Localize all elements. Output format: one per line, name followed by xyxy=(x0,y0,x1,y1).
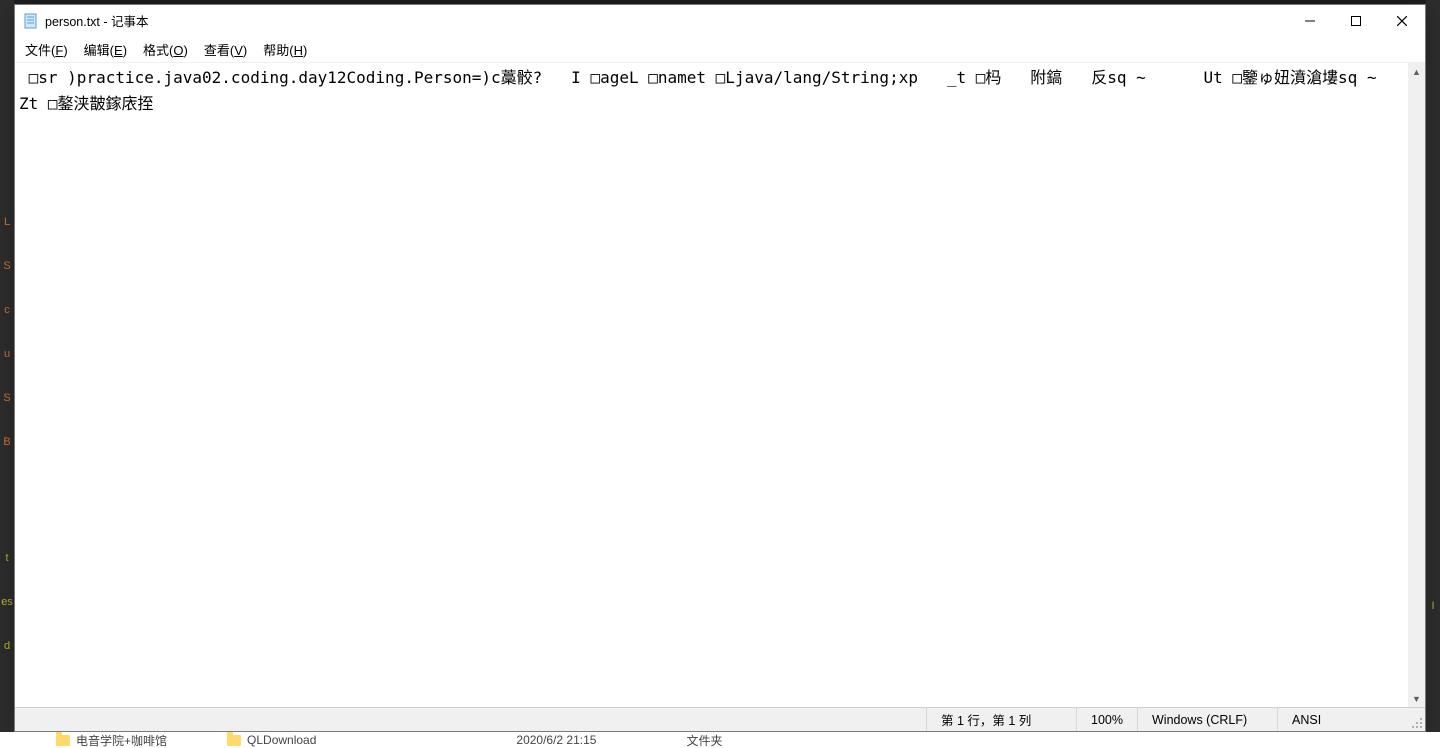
menu-file[interactable]: 文件(F) xyxy=(17,37,76,62)
background-ide-right: I xyxy=(1426,0,1440,748)
folder-icon xyxy=(227,735,241,746)
close-icon xyxy=(1397,16,1407,26)
explorer-type: 文件夹 xyxy=(686,732,722,748)
window-title: person.txt - 记事本 xyxy=(45,11,149,30)
notepad-icon xyxy=(23,13,39,29)
menu-format[interactable]: 格式(O) xyxy=(135,37,196,62)
close-button[interactable] xyxy=(1379,5,1425,37)
status-encoding: ANSI xyxy=(1277,708,1407,731)
explorer-item-2[interactable]: QLDownload xyxy=(247,733,316,747)
menu-edit[interactable]: 编辑(E) xyxy=(76,37,135,62)
explorer-date: 2020/6/2 21:15 xyxy=(516,733,596,747)
title-bar[interactable]: person.txt - 记事本 xyxy=(15,5,1425,37)
status-zoom: 100% xyxy=(1076,708,1137,731)
menu-help[interactable]: 帮助(H) xyxy=(255,37,315,62)
explorer-item-1[interactable]: 电音学院+咖啡馆 xyxy=(76,732,167,748)
status-eol: Windows (CRLF) xyxy=(1137,708,1277,731)
scroll-down-icon[interactable]: ▼ xyxy=(1408,690,1425,707)
minimize-button[interactable] xyxy=(1287,5,1333,37)
background-ide-left: LScuSB tesd xyxy=(0,0,14,748)
maximize-icon xyxy=(1351,16,1361,26)
menu-view[interactable]: 查看(V) xyxy=(196,37,255,62)
vertical-scrollbar[interactable]: ▲ ▼ xyxy=(1408,63,1425,707)
menu-bar: 文件(F) 编辑(E) 格式(O) 查看(V) 帮助(H) xyxy=(15,37,1425,63)
minimize-icon xyxy=(1305,16,1315,26)
scroll-up-icon[interactable]: ▲ xyxy=(1408,63,1425,80)
notepad-window: person.txt - 记事本 文件(F) 编辑(E) 格式(O) 查看(V)… xyxy=(14,4,1426,732)
maximize-button[interactable] xyxy=(1333,5,1379,37)
text-content[interactable]: □sr )practice.java02.coding.day12Coding.… xyxy=(15,63,1408,707)
explorer-strip: 电音学院+咖啡馆 QLDownload 2020/6/2 21:15 文件夹 xyxy=(0,732,1440,748)
status-position: 第 1 行，第 1 列 xyxy=(926,708,1076,731)
folder-icon xyxy=(56,735,70,746)
editor-area: □sr )practice.java02.coding.day12Coding.… xyxy=(15,63,1425,707)
resize-grip-icon[interactable] xyxy=(1407,708,1425,731)
status-bar: 第 1 行，第 1 列 100% Windows (CRLF) ANSI xyxy=(15,707,1425,731)
